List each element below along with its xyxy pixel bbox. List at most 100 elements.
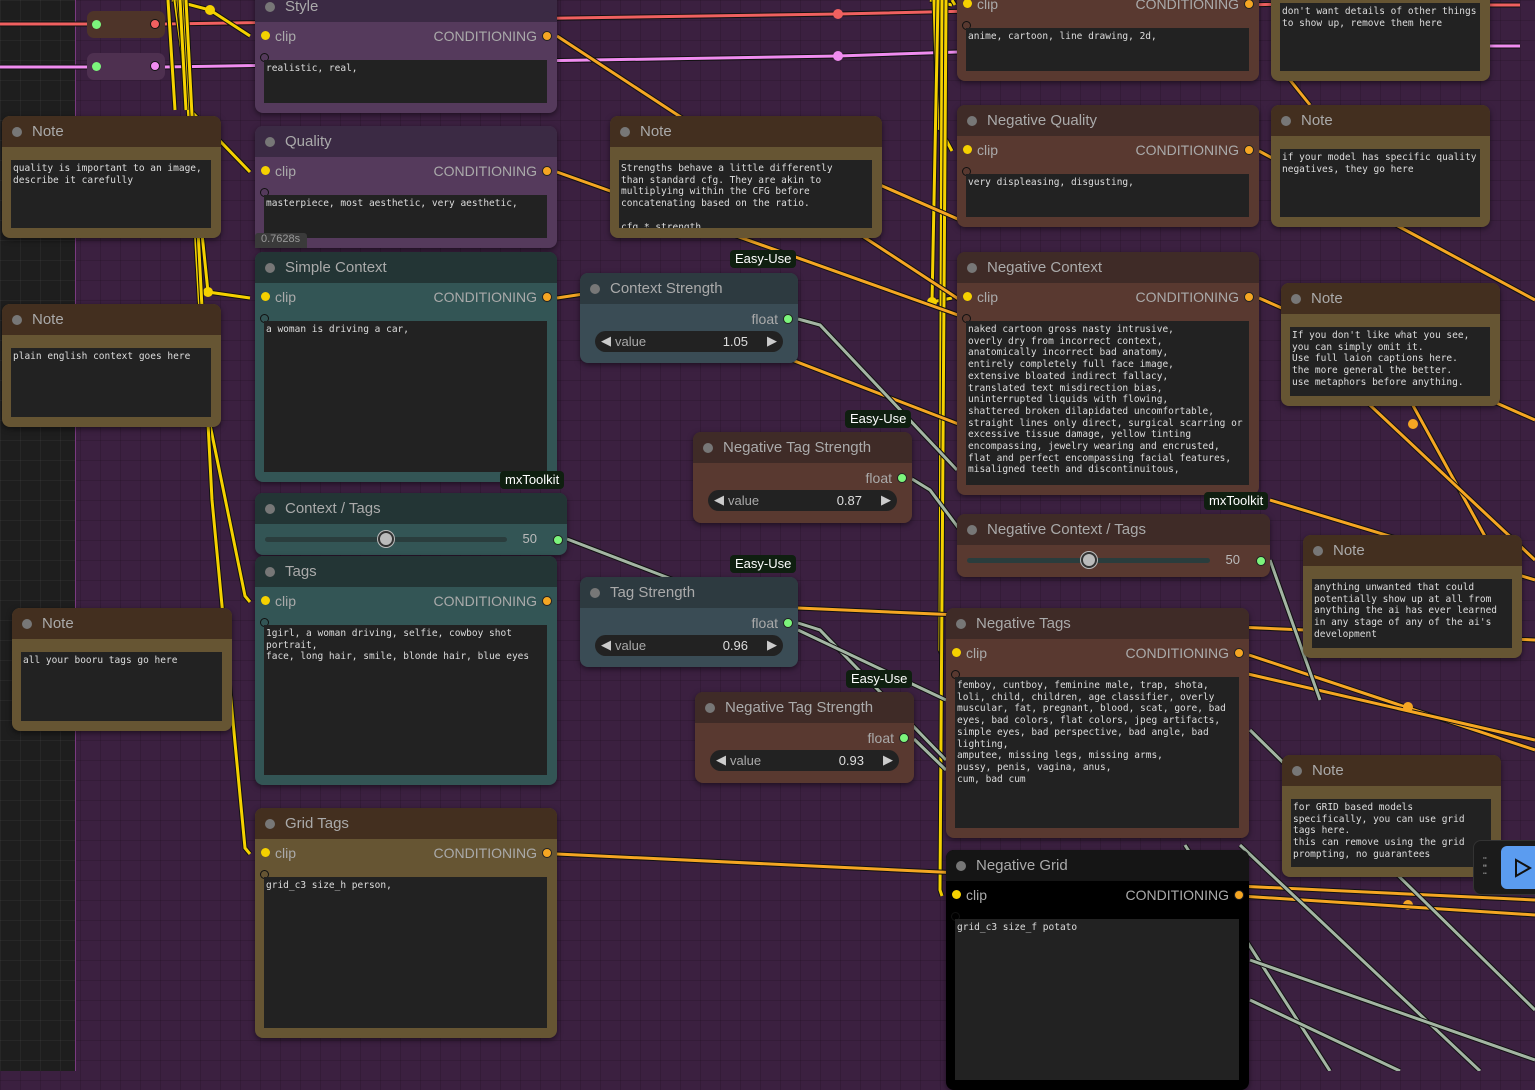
node-header[interactable]: Tag Strength [580,577,798,608]
float-wire[interactable] [911,477,962,531]
collapse-dot-icon[interactable] [12,315,22,325]
node-header[interactable]: Negative Quality [957,105,1259,136]
decrement-arrow-icon[interactable]: ◀ [601,333,611,349]
collapse-dot-icon[interactable] [705,703,715,713]
collapse-dot-icon[interactable] [1292,766,1302,776]
run-queue-button[interactable] [1501,846,1535,889]
clip-input-dot[interactable] [261,848,270,857]
node-note-quality[interactable]: Note quality is important to an image, de… [2,116,221,238]
node-note-context[interactable]: Note plain english context goes here [2,304,221,427]
node-header[interactable]: Note [1281,283,1500,314]
node-neg-context[interactable]: Negative Context clip CONDITIONING naked ca… [957,252,1259,495]
increment-arrow-icon[interactable]: ▶ [883,752,893,768]
prompt-textarea[interactable]: masterpiece, most aesthetic, very aesthe… [264,195,547,238]
node-header[interactable]: Quality [255,126,557,157]
node-header[interactable]: Note [1282,755,1501,786]
clip-input-dot[interactable] [261,292,270,301]
prompt-textarea[interactable]: a woman is driving a car, [264,321,547,472]
collapse-dot-icon[interactable] [967,116,977,126]
node-neg-grid[interactable]: Negative Grid clip CONDITIONING grid_c3 siz… [946,850,1249,1090]
node-grid-tags[interactable]: Grid Tags clip CONDITIONING grid_c3 size_h … [255,808,557,1038]
node-neg-context-tags[interactable]: Negative Context / Tags 50 [957,514,1270,577]
node-context-strength[interactable]: Context Strength float ◀ value 1.05 ▶ [580,273,798,363]
node-header[interactable]: Grid Tags [255,808,557,839]
input-dot[interactable] [92,20,101,29]
conditioning-output-dot[interactable] [542,292,552,302]
output-dot[interactable] [150,61,160,71]
value-number-widget[interactable]: ◀ value 0.93 ▶ [710,750,899,771]
note-textarea[interactable]: anything unwanted that could potentially… [1312,579,1512,648]
collapse-dot-icon[interactable] [265,504,275,514]
increment-arrow-icon[interactable]: ▶ [767,333,777,349]
node-header[interactable]: Negative Tag Strength [693,432,912,463]
node-header[interactable]: Negative Context [957,252,1259,283]
collapse-dot-icon[interactable] [590,588,600,598]
clip-input-dot[interactable] [261,31,270,40]
node-neg-style[interactable]: clip CONDITIONING anime, cartoon, line dra… [957,0,1259,81]
float-output-dot[interactable] [1256,556,1266,566]
node-style[interactable]: Style clip CONDITIONING realistic, real, [255,0,557,113]
prompt-textarea[interactable]: 1girl, a woman driving, selfie, cowboy s… [264,625,547,775]
decrement-arrow-icon[interactable]: ◀ [714,492,724,508]
node-note-neg-quality[interactable]: Note if your model has specific quality n… [1271,105,1490,227]
clip-input-dot[interactable] [963,292,972,301]
drag-handle-icon[interactable]: ⁚⁚ ⁚⁚ [1482,856,1487,876]
conditioning-wire[interactable] [1248,653,1535,752]
output-dot[interactable] [150,19,160,29]
wire-midpoint-dot[interactable] [203,287,213,297]
node-context-tags[interactable]: Context / Tags 50 [255,493,567,555]
collapse-dot-icon[interactable] [265,2,275,12]
node-note-neg-tags[interactable]: Note anything unwanted that could potenti… [1303,535,1522,658]
increment-arrow-icon[interactable]: ▶ [881,492,891,508]
prompt-textarea[interactable]: very displeasing, disgusting, [966,174,1249,217]
wire-midpoint-dot[interactable] [1403,702,1413,712]
prompt-textarea[interactable]: realistic, real, [264,60,547,103]
collapse-dot-icon[interactable] [967,263,977,273]
node-simple-context[interactable]: Simple Context clip CONDITIONING a woman is… [255,252,557,482]
float-output-dot[interactable] [783,314,793,324]
note-textarea[interactable]: all your booru tags go here [21,652,222,721]
node-header[interactable]: Tags [255,556,557,587]
clip-input-dot[interactable] [261,166,270,175]
node-note-neg-context[interactable]: Note If you don't like what you see, you … [1281,283,1500,406]
conditioning-output-dot[interactable] [542,848,552,858]
node-header[interactable]: Negative Context / Tags [957,514,1270,545]
conditioning-output-dot[interactable] [542,596,552,606]
collapse-dot-icon[interactable] [1281,116,1291,126]
slider-knob[interactable] [1080,552,1097,568]
prompt-textarea[interactable]: naked cartoon gross nasty intrusive, ove… [966,321,1249,485]
note-textarea[interactable]: quality is important to an image, descri… [11,160,211,228]
node-neg-quality[interactable]: Negative Quality clip CONDITIONING very dis… [957,105,1259,227]
node-note-neg-grid[interactable]: Note for GRID based models specifically, … [1282,755,1501,877]
node-header[interactable]: Negative Tag Strength [695,692,914,723]
node-header[interactable]: Context / Tags [255,493,567,524]
collapse-dot-icon[interactable] [703,443,713,453]
collapse-dot-icon[interactable] [265,567,275,577]
node-header[interactable]: Note [1303,535,1522,566]
node-quality[interactable]: Quality clip CONDITIONING masterpiece, most… [255,126,557,248]
node-header[interactable]: Negative Tags [946,608,1249,639]
collapse-dot-icon[interactable] [956,619,966,629]
node-header[interactable]: Negative Grid [946,850,1249,881]
conditioning-output-dot[interactable] [1244,0,1254,9]
float-wire[interactable] [797,628,947,702]
decrement-arrow-icon[interactable]: ◀ [716,752,726,768]
value-number-widget[interactable]: ◀ value 0.87 ▶ [708,490,897,511]
prompt-textarea[interactable]: grid_c3 size_h person, [264,877,547,1028]
slider-knob[interactable] [378,531,394,547]
node-header[interactable]: Note [2,116,221,147]
node-header[interactable]: Style [255,0,557,22]
decrement-arrow-icon[interactable]: ◀ [601,637,611,653]
conditioning-wire[interactable] [1288,79,1312,106]
node-note-neg-style[interactable]: don't want details of other things to sh… [1271,0,1490,81]
node-note-strength[interactable]: Note Strengths behave a little differentl… [610,116,882,238]
note-textarea[interactable]: don't want details of other things to sh… [1280,3,1480,71]
collapse-dot-icon[interactable] [1313,546,1323,556]
collapse-dot-icon[interactable] [12,127,22,137]
increment-arrow-icon[interactable]: ▶ [767,637,777,653]
note-textarea[interactable]: for GRID based models specifically, you … [1291,799,1491,867]
collapse-dot-icon[interactable] [265,263,275,273]
node-header[interactable]: Note [2,304,221,335]
collapse-dot-icon[interactable] [1291,294,1301,304]
note-textarea[interactable]: Strengths behave a little differently th… [619,160,872,228]
